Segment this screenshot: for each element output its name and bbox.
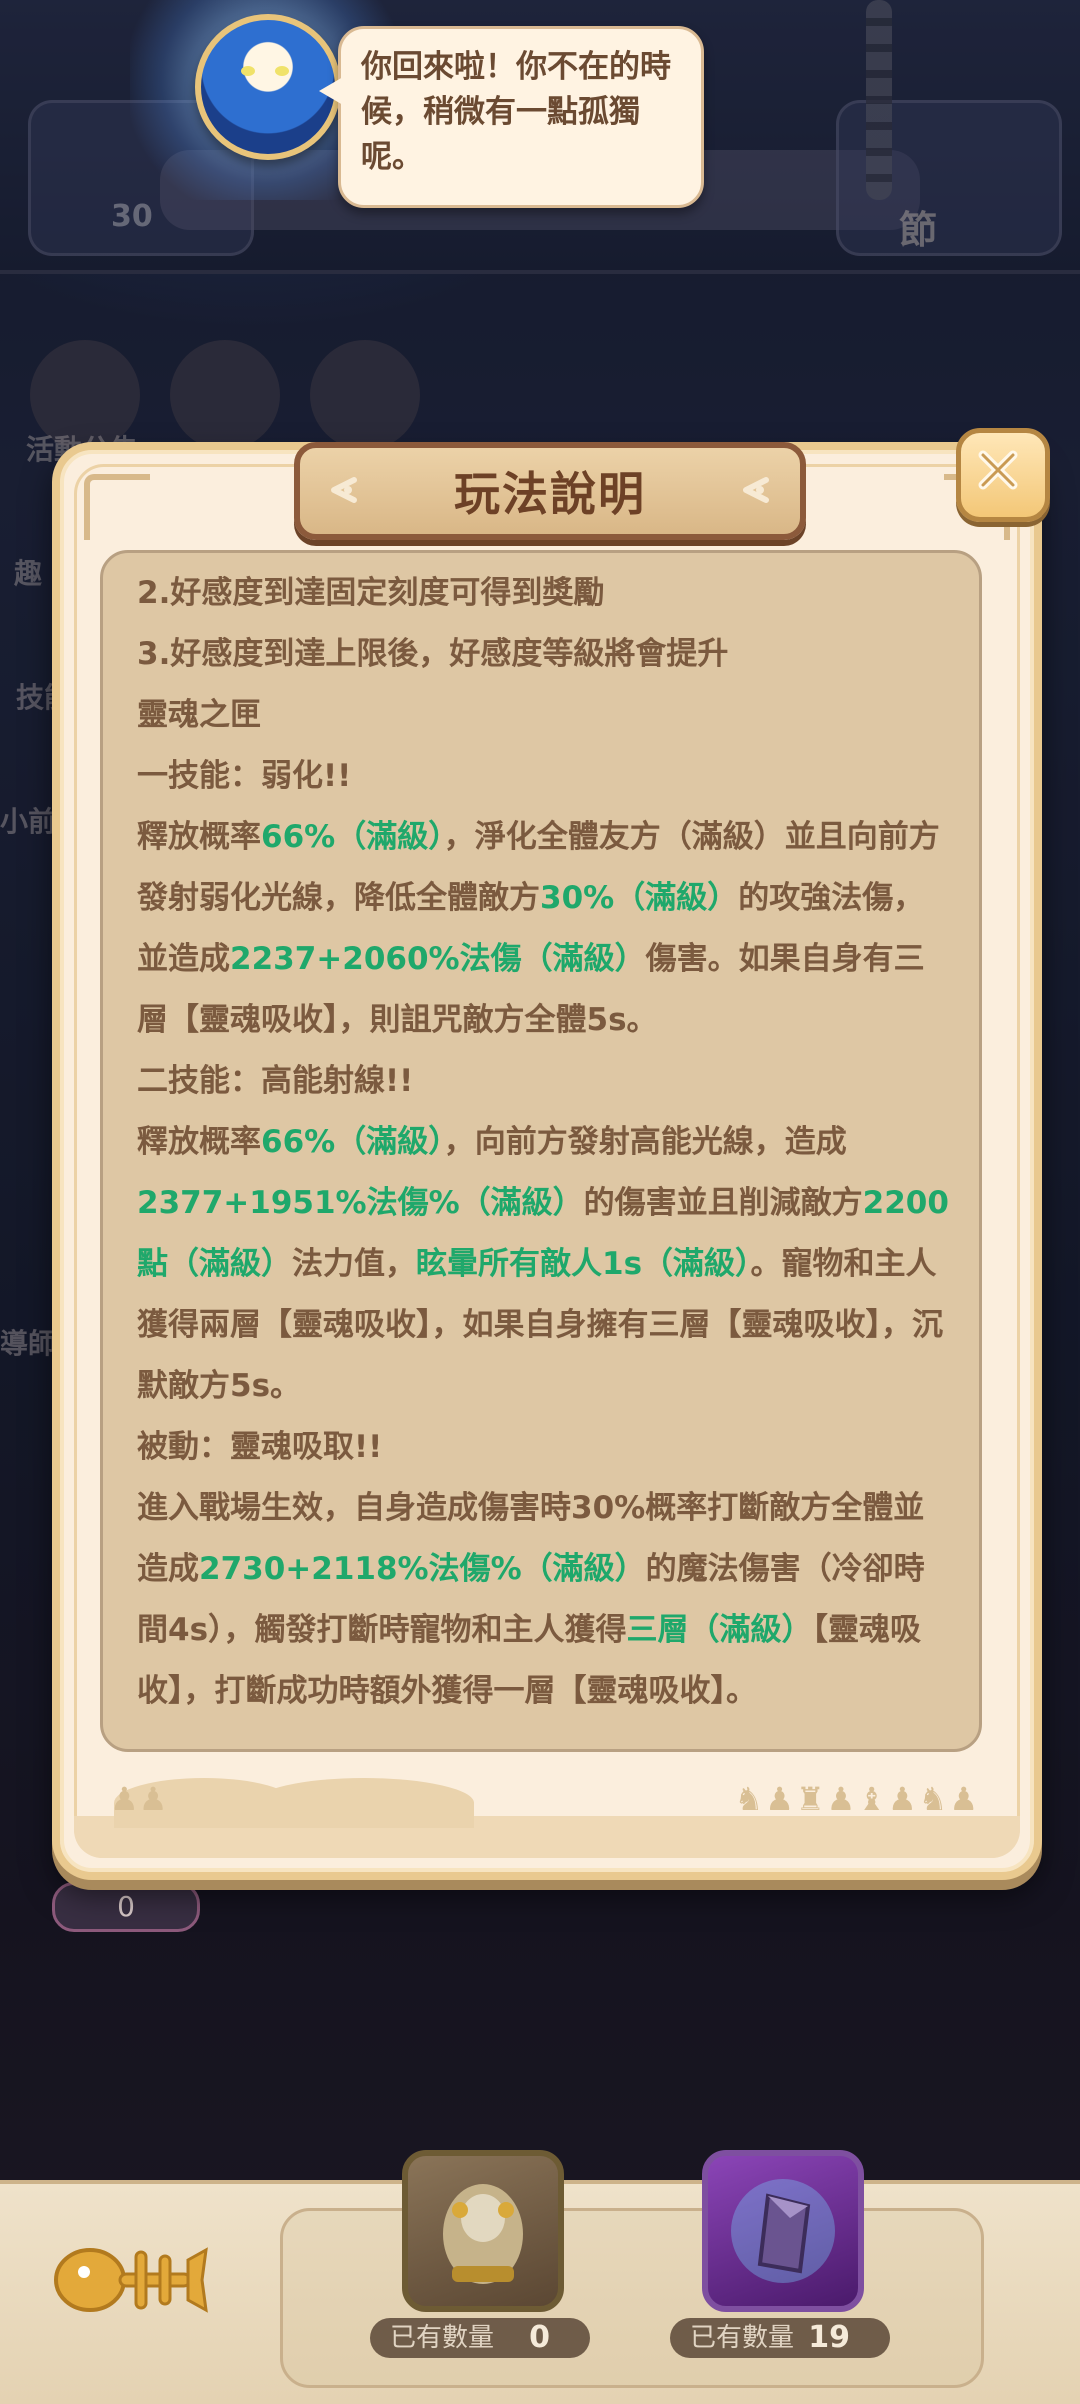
corner-ornament [84,474,150,540]
close-button[interactable] [956,428,1050,522]
fish-bone-icon[interactable] [50,2230,210,2330]
rules-paragraph: 釋放概率66%（滿級），淨化全體友方（滿級）並且向前方發射弱化光線，降低全體敵方… [137,807,949,1051]
rules-highlight-text: 三層（滿級） [626,1612,813,1648]
rules-text-segment: 靈魂之匣 [137,697,261,733]
inventory-count-value: 0 [529,2320,550,2355]
rules-highlight-text: 66%（滿級） [261,819,444,855]
hill-decoration [254,1778,474,1828]
rules-text-segment: 一技能：弱化!! [137,758,352,794]
gold-statue-icon [443,2184,523,2284]
rules-content-box[interactable]: 2.好感度到達固定刻度可得到獎勵 3.好感度到達上限後，好感度等級將會提升 靈魂之匣… [100,550,982,1752]
rules-highlight-text: 30%（滿級） [540,880,739,916]
rules-highlight-text: 2237+2060%法傷（滿級） [230,941,646,977]
speech-bubble-text: 你回來啦！你不在的時候，稍微有一點孤獨呢。 [361,49,671,175]
inventory-slot-crystal[interactable] [702,2150,864,2312]
speech-bubble: 你回來啦！你不在的時候，稍微有一點孤獨呢。 [319,26,704,208]
rules-text-segment: 2.好感度到達固定刻度可得到獎勵 [137,575,605,611]
rules-highlight-text: 2730+2118%法傷%（滿級） [199,1551,646,1587]
inventory-count-statue: 已有數量 0 [370,2318,590,2358]
rules-paragraph: 靈魂之匣 [137,685,949,746]
modal-title-plate: 玩法說明 [294,442,806,540]
rules-text-segment: 二技能：高能射線!! [137,1063,414,1099]
rules-paragraph: 被動：靈魂吸取!! [137,1417,949,1478]
rules-text-segment: 被動：靈魂吸取!! [137,1429,383,1465]
character-silhouettes-right: ♞♟♜♟♝♟♞♟ [734,1780,980,1818]
modal-title: 玩法說明 [454,467,646,521]
rules-text-segment: 釋放概率 [137,1124,261,1160]
rules-highlight-text: 眩暈所有敵人1s（滿級） [416,1246,751,1282]
bg-zero-counter: 0 [52,1882,200,1932]
rules-paragraph: 2.好感度到達固定刻度可得到獎勵 [137,563,949,624]
rules-paragraph: 3.好感度到達上限後，好感度等級將會提升 [137,624,949,685]
inventory-count-label: 已有數量 [690,2323,795,2353]
rules-paragraph: 一技能：弱化!! [137,746,949,807]
inventory-panel [280,2208,984,2388]
rules-highlight-text: 2377+1951%法傷%（滿級） [137,1185,584,1221]
character-silhouettes-left: ♟♟ [110,1780,168,1818]
inventory-count-crystal: 已有數量 19 [670,2318,890,2358]
rules-paragraph: 釋放概率66%（滿級），向前方發射高能光線，造成 2377+1951%法傷%（滿級… [137,1112,949,1417]
inventory-count-label: 已有數量 [390,2323,495,2353]
purple-crystal-icon [731,2179,835,2283]
rules-text-segment: ，向前方發射高能光線，造成 [443,1124,847,1160]
rules-text-segment: 的傷害並且削減敵方 [583,1185,863,1221]
inventory-count-value: 19 [808,2320,850,2355]
rules-text-segment: 法力值， [292,1246,416,1282]
rules-paragraph: 二技能：高能射線!! [137,1051,949,1112]
rules-highlight-text: 66%（滿級） [261,1124,444,1160]
rules-text-segment: 釋放概率 [137,819,261,855]
avatar-eye-right [275,66,289,76]
swirl-right-icon [743,477,769,503]
modal-bottom-decoration: ♟♟ ♞♟♜♟♝♟♞♟ [74,1778,1020,1858]
avatar-eye-left [241,66,255,76]
rules-paragraph: 進入戰場生效，自身造成傷害時30%概率打斷敵方全體並造成2730+2118%法傷… [137,1478,949,1722]
rules-text: 2.好感度到達固定刻度可得到獎勵 3.好感度到達上限後，好感度等級將會提升 靈魂之匣… [137,563,949,1722]
rules-text-segment: 3.好感度到達上限後，好感度等級將會提升 [137,636,729,672]
close-icon [978,450,1018,490]
inventory-slot-statue[interactable] [402,2150,564,2312]
